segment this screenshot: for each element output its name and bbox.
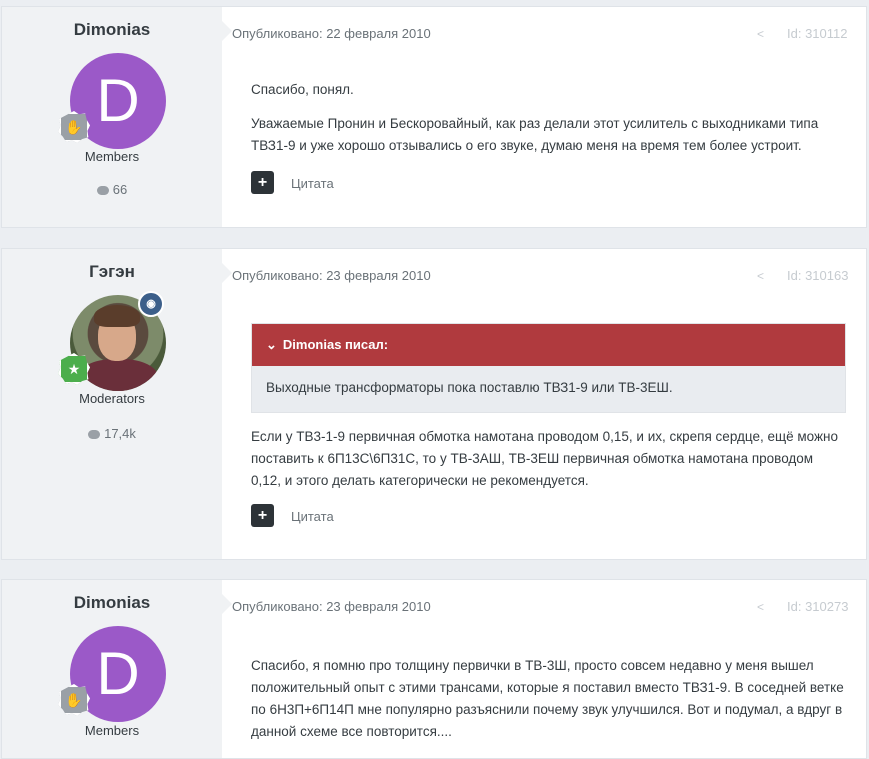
member-group: Moderators xyxy=(79,391,145,406)
post-date[interactable]: Опубликовано: 23 февраля 2010 xyxy=(232,268,431,283)
avatar[interactable]: D ✋ xyxy=(58,53,166,149)
comment-icon xyxy=(88,430,101,439)
member-group: Members xyxy=(84,723,140,738)
post: Dimonias D ✋ Members 66 Опубликовано: 22… xyxy=(1,6,867,228)
post: Dimonias D ✋ Members Опубликовано: 23 фе… xyxy=(1,579,867,759)
member-group: Members xyxy=(84,149,140,164)
post-paragraph: Если у ТВ3-1-9 первичная обмотка намотан… xyxy=(251,429,838,488)
author-panel: Гэгэн ◉ ★ Moderators 17,4k xyxy=(2,249,222,559)
quote-header[interactable]: ⌄ Dimonias писал: xyxy=(252,324,845,366)
author-name[interactable]: Dimonias xyxy=(2,593,222,613)
post-content: Спасибо, я помню про толщину первички в … xyxy=(251,655,846,743)
post-count: 66 xyxy=(2,182,222,197)
quote-link[interactable]: Цитата xyxy=(291,176,334,191)
share-icon[interactable]: < xyxy=(757,269,764,283)
post-id[interactable]: Id: 310163 xyxy=(787,268,848,283)
post: Гэгэн ◉ ★ Moderators 17,4k Опубликовано:… xyxy=(1,248,867,560)
post-date[interactable]: Опубликовано: 23 февраля 2010 xyxy=(232,599,431,614)
share-icon[interactable]: < xyxy=(757,27,764,41)
post-date[interactable]: Опубликовано: 22 февраля 2010 xyxy=(232,26,431,41)
post-content: Спасибо, понял. Уважаемые Пронин и Беско… xyxy=(251,79,846,157)
author-arrow xyxy=(222,21,232,41)
multiquote-button[interactable]: + xyxy=(251,171,274,194)
post-paragraph: Спасибо, я помню про толщину первички в … xyxy=(251,658,844,739)
quote-text: Выходные трансформаторы пока поставлю ТВ… xyxy=(252,366,845,412)
post-paragraph: Спасибо, понял. xyxy=(251,82,354,97)
author-name[interactable]: Гэгэн xyxy=(2,262,222,282)
quote-link[interactable]: Цитата xyxy=(291,509,334,524)
multiquote-button[interactable]: + xyxy=(251,504,274,527)
author-arrow xyxy=(222,594,232,614)
post-paragraph: Уважаемые Пронин и Бескоровайный, как ра… xyxy=(251,116,819,153)
author-name[interactable]: Dimonias xyxy=(2,20,222,40)
post-id[interactable]: Id: 310273 xyxy=(787,599,848,614)
comment-icon xyxy=(96,186,109,195)
avatar[interactable]: D ✋ xyxy=(58,626,166,722)
post-count: 17,4k xyxy=(2,426,222,441)
quote-block: ⌄ Dimonias писал: Выходные трансформаторы… xyxy=(251,323,846,413)
share-icon[interactable]: < xyxy=(757,600,764,614)
rank-badge-icon: ✋ xyxy=(58,111,90,143)
chevron-down-icon: ⌄ xyxy=(266,337,277,352)
author-arrow xyxy=(222,263,232,283)
rank-badge-icon: ✋ xyxy=(58,684,90,716)
post-content: Если у ТВ3-1-9 первичная обмотка намотан… xyxy=(251,426,846,492)
author-panel: Dimonias D ✋ Members 66 xyxy=(2,7,222,227)
author-panel: Dimonias D ✋ Members xyxy=(2,580,222,758)
avatar[interactable]: ◉ ★ xyxy=(58,291,166,391)
moderator-shield-icon: ◉ xyxy=(138,291,164,317)
post-id[interactable]: Id: 310112 xyxy=(787,26,847,41)
